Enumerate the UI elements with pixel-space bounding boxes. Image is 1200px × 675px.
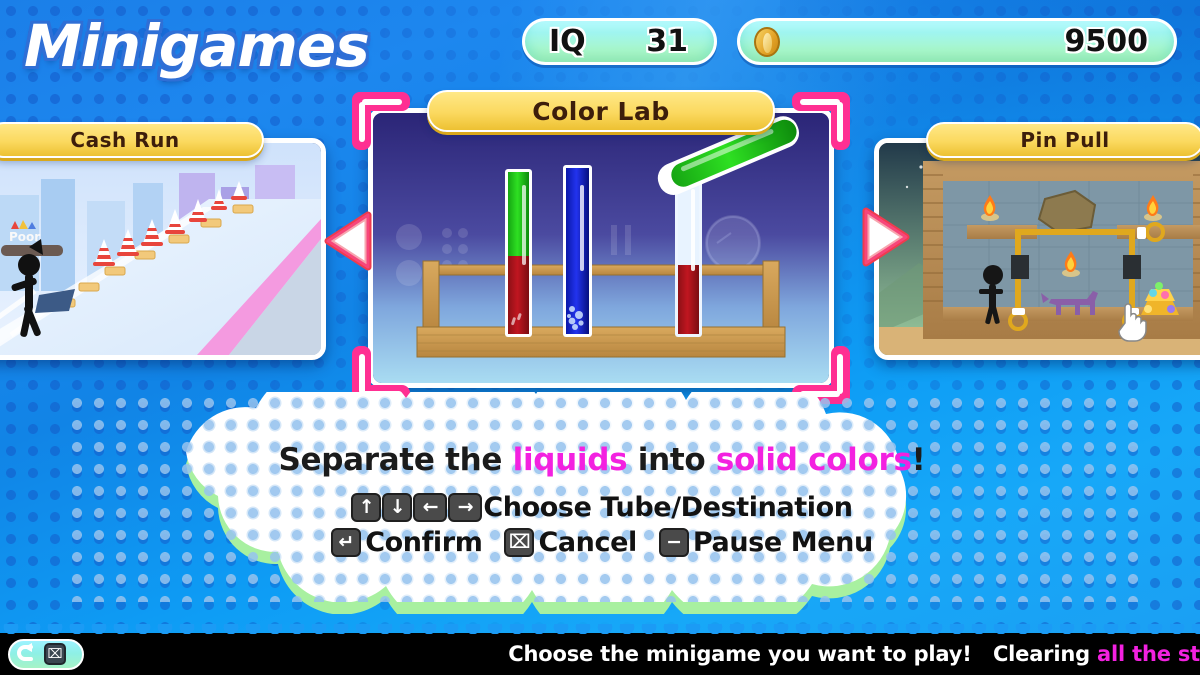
selection-corner-top-left xyxy=(352,92,410,150)
panel-frame xyxy=(368,108,834,388)
minigame-panel-cash-run[interactable]: Poor Cash Run xyxy=(0,122,326,360)
control-label-pause: Pause Menu xyxy=(692,527,873,558)
panel-title-cash-run: Cash Run xyxy=(0,122,264,158)
cash-run-preview: Poor xyxy=(0,143,321,355)
carousel-prev-button[interactable] xyxy=(322,210,374,272)
coin-value: 9500 xyxy=(1064,24,1149,59)
ticker-highlight: all the st xyxy=(1097,642,1200,666)
coin-icon xyxy=(754,26,780,57)
arrow-up-icon: ↑ xyxy=(351,493,382,522)
control-label-move: Choose Tube/Destination xyxy=(483,492,853,523)
bottom-bar-dot-fringe xyxy=(0,624,1200,634)
panel-frame xyxy=(874,138,1200,360)
test-tube-2 xyxy=(563,165,592,337)
minigame-panel-color-lab[interactable]: Color Lab xyxy=(352,90,850,404)
control-hints-actions: ↵ Confirm ⌧ Cancel − Pause Menu xyxy=(331,527,873,558)
test-tube-1 xyxy=(505,169,532,337)
minigame-select-screen: Minigames IQ 31 9500 Poor Cash Run Pin P… xyxy=(0,0,1200,675)
page-title: Minigames xyxy=(24,12,370,80)
control-label-cancel: Cancel xyxy=(538,527,637,558)
selection-corner-top-right xyxy=(792,92,850,150)
panel-title-pin-pull: Pin Pull xyxy=(926,122,1200,158)
ticker-part2: Clearing xyxy=(992,642,1098,666)
coin-stat-pill: 9500 xyxy=(737,18,1177,65)
back-arrow-icon xyxy=(17,643,33,661)
control-hint-confirm: ↵ Confirm xyxy=(331,527,483,558)
x-key-icon: ⌧ xyxy=(44,643,66,665)
headline-part1: Separate the xyxy=(278,442,513,478)
minigame-panel-pin-pull[interactable]: Pin Pull xyxy=(874,122,1200,360)
control-hint-pause: − Pause Menu xyxy=(658,527,873,558)
arrow-right-icon: → xyxy=(448,493,483,522)
panel-frame: Poor xyxy=(0,138,326,360)
panel-title-color-lab: Color Lab xyxy=(427,90,775,132)
minus-key-icon: − xyxy=(658,528,689,557)
enter-key-icon: ↵ xyxy=(331,528,362,557)
headline-part2: into xyxy=(627,442,716,478)
info-cloud: Separate the liquids into solid colors! … xyxy=(66,392,1138,614)
x-key-icon: ⌧ xyxy=(504,528,535,557)
control-hint-cancel: ⌧ Cancel xyxy=(504,527,637,558)
iq-label: IQ xyxy=(549,24,586,59)
triangle-left-icon xyxy=(324,211,372,271)
back-button[interactable]: ⌧ xyxy=(8,638,84,670)
arrow-down-icon: ↓ xyxy=(382,493,413,522)
carousel-next-button[interactable] xyxy=(860,206,912,268)
bottom-status-bar: ⌧ Choose the minigame you want to play! … xyxy=(0,624,1200,675)
svg-text:Poor: Poor xyxy=(9,230,40,244)
color-lab-preview xyxy=(373,113,829,383)
control-hint-move: ↑ ↓ ← → Choose Tube/Destination xyxy=(351,492,853,523)
headline-highlight1: liquids xyxy=(512,442,628,478)
arrow-keys-group: ↑ ↓ ← → xyxy=(351,493,483,522)
iq-value: 31 xyxy=(646,24,688,59)
triangle-right-icon xyxy=(862,207,910,267)
iq-stat-pill: IQ 31 xyxy=(522,18,717,65)
pin-pull-preview xyxy=(879,143,1200,355)
ticker-part1: Choose the minigame you want to play! xyxy=(508,642,972,666)
headline-highlight2: solid colors xyxy=(715,442,912,478)
test-tube-3 xyxy=(675,175,702,337)
control-label-confirm: Confirm xyxy=(365,527,483,558)
arrow-left-icon: ← xyxy=(413,493,448,522)
instruction-headline: Separate the liquids into solid colors! xyxy=(279,442,926,478)
status-ticker: Choose the minigame you want to play! Cl… xyxy=(508,642,1200,666)
info-cloud-content: Separate the liquids into solid colors! … xyxy=(66,392,1138,610)
headline-part3: ! xyxy=(911,442,926,478)
